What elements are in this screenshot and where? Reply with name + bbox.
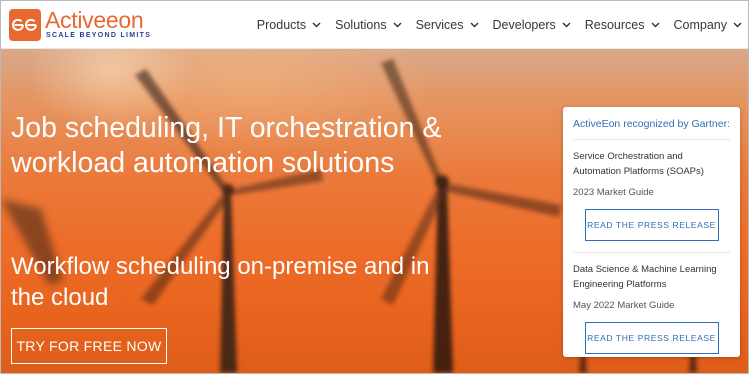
nav-item-resources[interactable]: Resources bbox=[585, 18, 660, 32]
chevron-down-icon bbox=[393, 21, 402, 28]
nav-item-company[interactable]: Company bbox=[674, 18, 743, 32]
nav-item-label: Services bbox=[415, 17, 464, 32]
brand-name: Activeeon bbox=[45, 7, 144, 33]
try-for-free-button[interactable]: TRY FOR FREE NOW bbox=[11, 328, 167, 364]
chevron-down-icon bbox=[650, 21, 660, 28]
logo-text: Activeeon SCALE BEYOND LIMITS bbox=[45, 9, 151, 40]
press-item-name: Service Orchestration and Automation Pla… bbox=[573, 151, 704, 177]
nav-item-label: Products bbox=[256, 17, 307, 32]
nav-item-label: Resources bbox=[584, 17, 645, 32]
nav-item-products[interactable]: Products bbox=[257, 18, 321, 32]
brand-tagline: SCALE BEYOND LIMITS bbox=[46, 32, 152, 39]
nav-item-developers[interactable]: Developers bbox=[493, 18, 571, 32]
press-item-name: Data Science & Machine Learning Engineer… bbox=[573, 264, 717, 290]
chevron-down-icon bbox=[562, 21, 571, 28]
gartner-recognition-panel: ActiveEon recognized by Gartner: Service… bbox=[563, 107, 740, 357]
nav-item-solutions[interactable]: Solutions bbox=[335, 17, 402, 32]
chevron-down-icon bbox=[733, 21, 742, 28]
logo[interactable]: Activeeon SCALE BEYOND LIMITS bbox=[9, 8, 151, 41]
nav-item-label: Company bbox=[673, 17, 728, 32]
chevron-down-icon bbox=[312, 21, 321, 28]
activeeon-logo-icon bbox=[9, 8, 41, 41]
read-press-release-button[interactable]: READ THE PRESS RELEASE bbox=[584, 209, 719, 241]
page: Activeeon SCALE BEYOND LIMITS Products S… bbox=[0, 0, 749, 374]
hero-heading: Job scheduling, IT orchestration & workl… bbox=[11, 112, 442, 179]
nav-item-label: Solutions bbox=[335, 17, 387, 32]
hero-subheading: Workflow scheduling on-premise and in th… bbox=[11, 253, 430, 311]
press-item-guide: 2023 Market Guide bbox=[573, 187, 654, 198]
read-press-release-button[interactable]: READ THE PRESS RELEASE bbox=[584, 322, 719, 354]
panel-title: ActiveEon recognized by Gartner: bbox=[573, 107, 730, 140]
list-item: Service Orchestration and Automation Pla… bbox=[573, 140, 730, 241]
main-nav: Products Solutions Services Developers R… bbox=[243, 18, 742, 32]
press-item-guide: May 2022 Market Guide bbox=[573, 300, 675, 311]
chevron-down-icon bbox=[469, 21, 479, 28]
site-header: Activeeon SCALE BEYOND LIMITS Products S… bbox=[1, 1, 748, 49]
nav-item-label: Developers bbox=[492, 17, 556, 32]
hero-section: Job scheduling, IT orchestration & workl… bbox=[1, 49, 748, 373]
list-item: Data Science & Machine Learning Engineer… bbox=[573, 252, 730, 354]
nav-item-services[interactable]: Services bbox=[416, 18, 479, 32]
